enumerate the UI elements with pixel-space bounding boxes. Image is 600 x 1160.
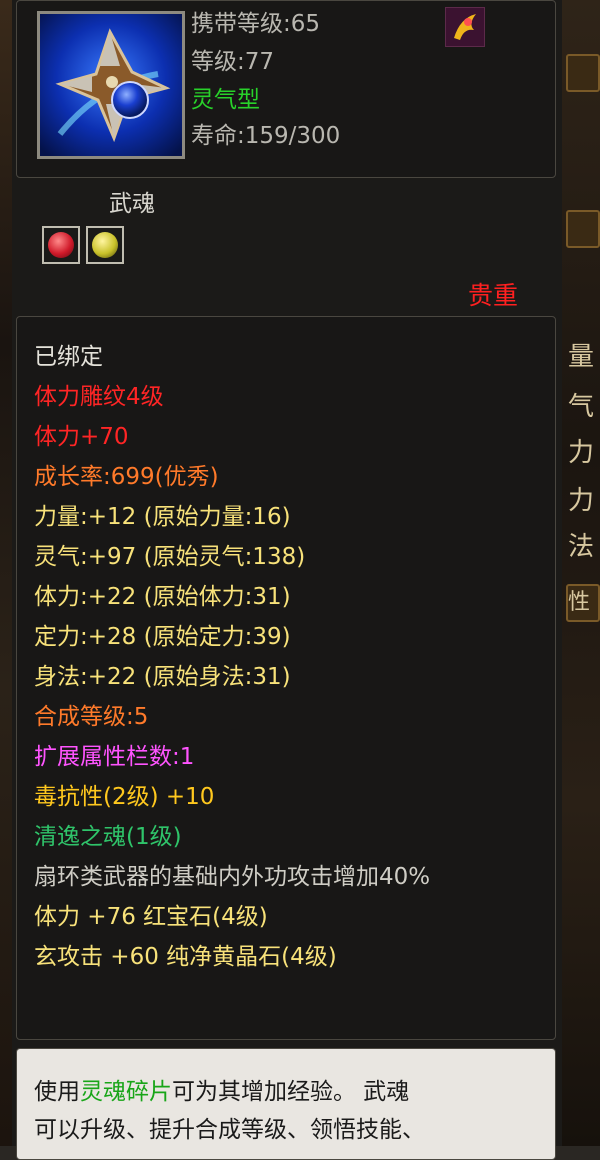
attribute-line: 定力:+28 (原始定力:39) [34,624,291,650]
attribute-line: 清逸之魂(1级) [34,824,182,850]
yellow-gem-icon [92,232,118,258]
side-panel-button [566,54,600,92]
gem-slot[interactable] [86,226,124,264]
shuriken-fan-icon [37,11,185,159]
game-background-left [0,0,12,1146]
item-type-text: 灵气型 [191,87,260,113]
item-level-text: 等级:77 [191,49,275,75]
attribute-line: 力量:+12 (原始力量:16) [34,504,291,530]
side-panel-button [566,210,600,248]
red-gem-icon [48,232,74,258]
description-box: 使用灵魂碎片可为其增加经验。 武魂 可以升级、提升合成等级、领悟技能、 [16,1048,556,1160]
attribute-line: 身法:+22 (原始身法:31) [34,664,291,690]
side-panel-glyph: 量 [568,342,595,372]
attribute-line: 体力+70 [34,424,129,450]
attribute-line: 合成等级:5 [34,704,149,730]
soul-fragment-link: 灵魂碎片 [80,1079,172,1105]
lifespan-text: 寿命:159/300 [191,123,341,149]
side-panel-glyph: 力 [568,486,595,516]
side-panel-glyph: 性 [568,590,591,615]
attribute-line: 体力:+22 (原始体力:31) [34,584,291,610]
attribute-line: 毒抗性(2级) +10 [34,784,215,810]
description-text: 可为其增加经验。 武魂 [172,1079,410,1105]
attribute-line: 扇环类武器的基础内外功攻击增加40% [34,864,431,890]
attribute-line: 扩展属性栏数:1 [34,744,195,770]
side-panel-glyph: 力 [568,438,595,468]
description-text: 使用 [34,1079,80,1105]
attribute-line: 灵气:+97 (原始灵气:138) [34,544,306,570]
attribute-line: 成长率:699(优秀) [34,464,219,490]
side-panel-glyph: 法 [568,532,595,562]
attribute-line: 体力雕纹4级 [34,384,164,410]
description-line: 使用灵魂碎片可为其增加经验。 武魂 [34,1075,409,1109]
precious-tag: 贵重 [468,281,519,310]
attribute-line: 体力 +76 红宝石(4级) [34,904,268,930]
carry-level-text: 携带等级:65 [191,11,321,37]
gem-slot[interactable] [42,226,80,264]
soul-label: 武魂 [109,191,155,217]
item-tooltip: 携带等级:65 等级:77 灵气型 寿命:159/300 武魂 贵重 已绑定 体… [12,0,562,1160]
phoenix-badge-icon [445,7,485,47]
description-line: 可以升级、提升合成等级、领悟技能、 [34,1117,425,1143]
bound-status: 已绑定 [34,344,103,370]
attribute-line: 玄攻击 +60 纯净黄晶石(4级) [34,944,337,970]
item-header: 携带等级:65 等级:77 灵气型 寿命:159/300 [16,0,556,178]
game-background-right: 量 气 力 力 法 性 [562,0,600,1146]
attribute-list: 已绑定 体力雕纹4级 体力+70 成长率:699(优秀) 力量:+12 (原始力… [16,316,556,1040]
side-panel-glyph: 气 [568,392,595,422]
